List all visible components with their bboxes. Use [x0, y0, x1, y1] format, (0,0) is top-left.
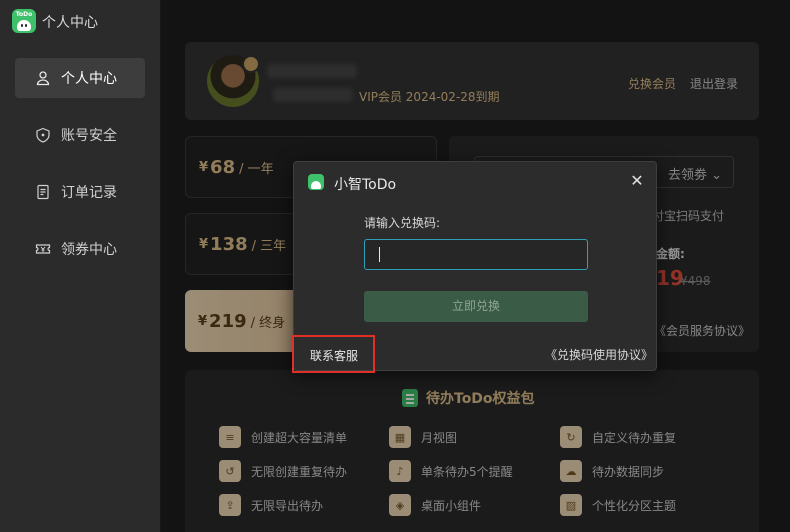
redeem-code-input[interactable] [364, 239, 588, 270]
sidebar-item-coupons[interactable]: 领券中心 [15, 229, 145, 269]
contact-support-link[interactable]: 联系客服 [292, 335, 375, 373]
app-logo-icon [308, 174, 324, 190]
ticket-icon [35, 244, 51, 254]
dialog-title: 小智ToDo [334, 177, 397, 193]
redeem-dialog: 小智ToDo ✕ 请输入兑换码: 立即兑换 联系客服 《兑换码使用协议》 [292, 161, 657, 373]
document-icon [37, 184, 49, 200]
user-icon [36, 71, 50, 86]
redeem-agreement-link[interactable]: 《兑换码使用协议》 [545, 346, 653, 363]
dialog-close-button[interactable]: ✕ [628, 172, 646, 190]
sidebar-item-label: 领券中心 [61, 242, 117, 258]
app-logo-text: ToDo [15, 11, 33, 18]
sidebar-item-label: 订单记录 [61, 185, 117, 201]
sidebar-item-label: 个人中心 [61, 71, 117, 87]
sidebar-item-security[interactable]: 账号安全 [15, 115, 145, 155]
sidebar-item-orders[interactable]: 订单记录 [15, 172, 145, 212]
sidebar-item-profile[interactable]: 个人中心 [15, 58, 145, 98]
sidebar: 个人中心 账号安全 订单记录 领券中心 [0, 42, 160, 532]
redeem-code-label: 请输入兑换码: [364, 216, 441, 230]
shield-icon [36, 127, 50, 143]
app-logo-icon: ToDo [12, 9, 36, 33]
redeem-now-button[interactable]: 立即兑换 [364, 291, 588, 322]
window-title: 个人中心 [42, 15, 98, 31]
sidebar-item-label: 账号安全 [61, 128, 117, 144]
text-caret [379, 247, 380, 262]
